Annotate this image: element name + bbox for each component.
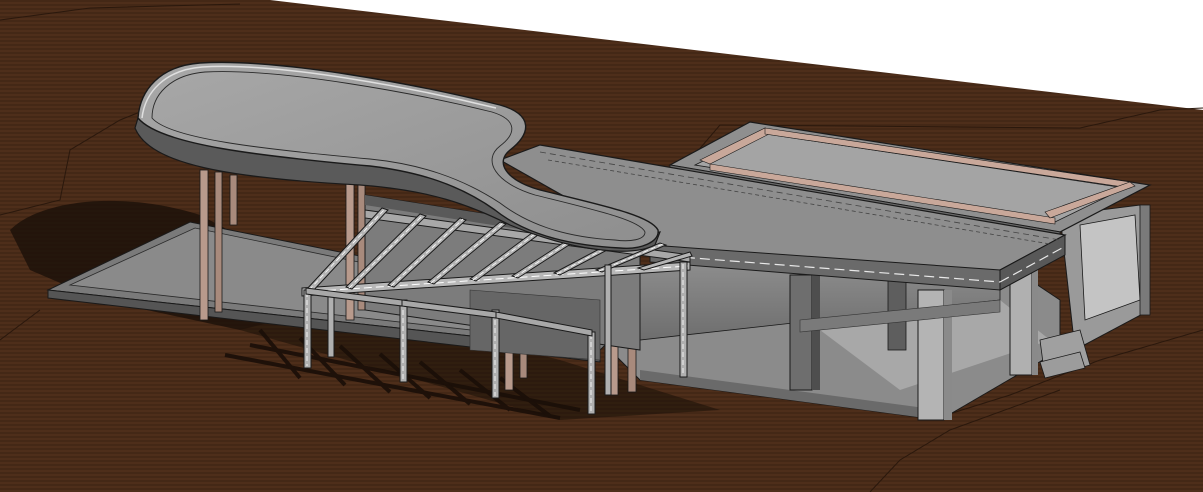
building-model-render[interactable]	[0, 0, 1203, 492]
model-viewport[interactable]	[0, 0, 1203, 492]
